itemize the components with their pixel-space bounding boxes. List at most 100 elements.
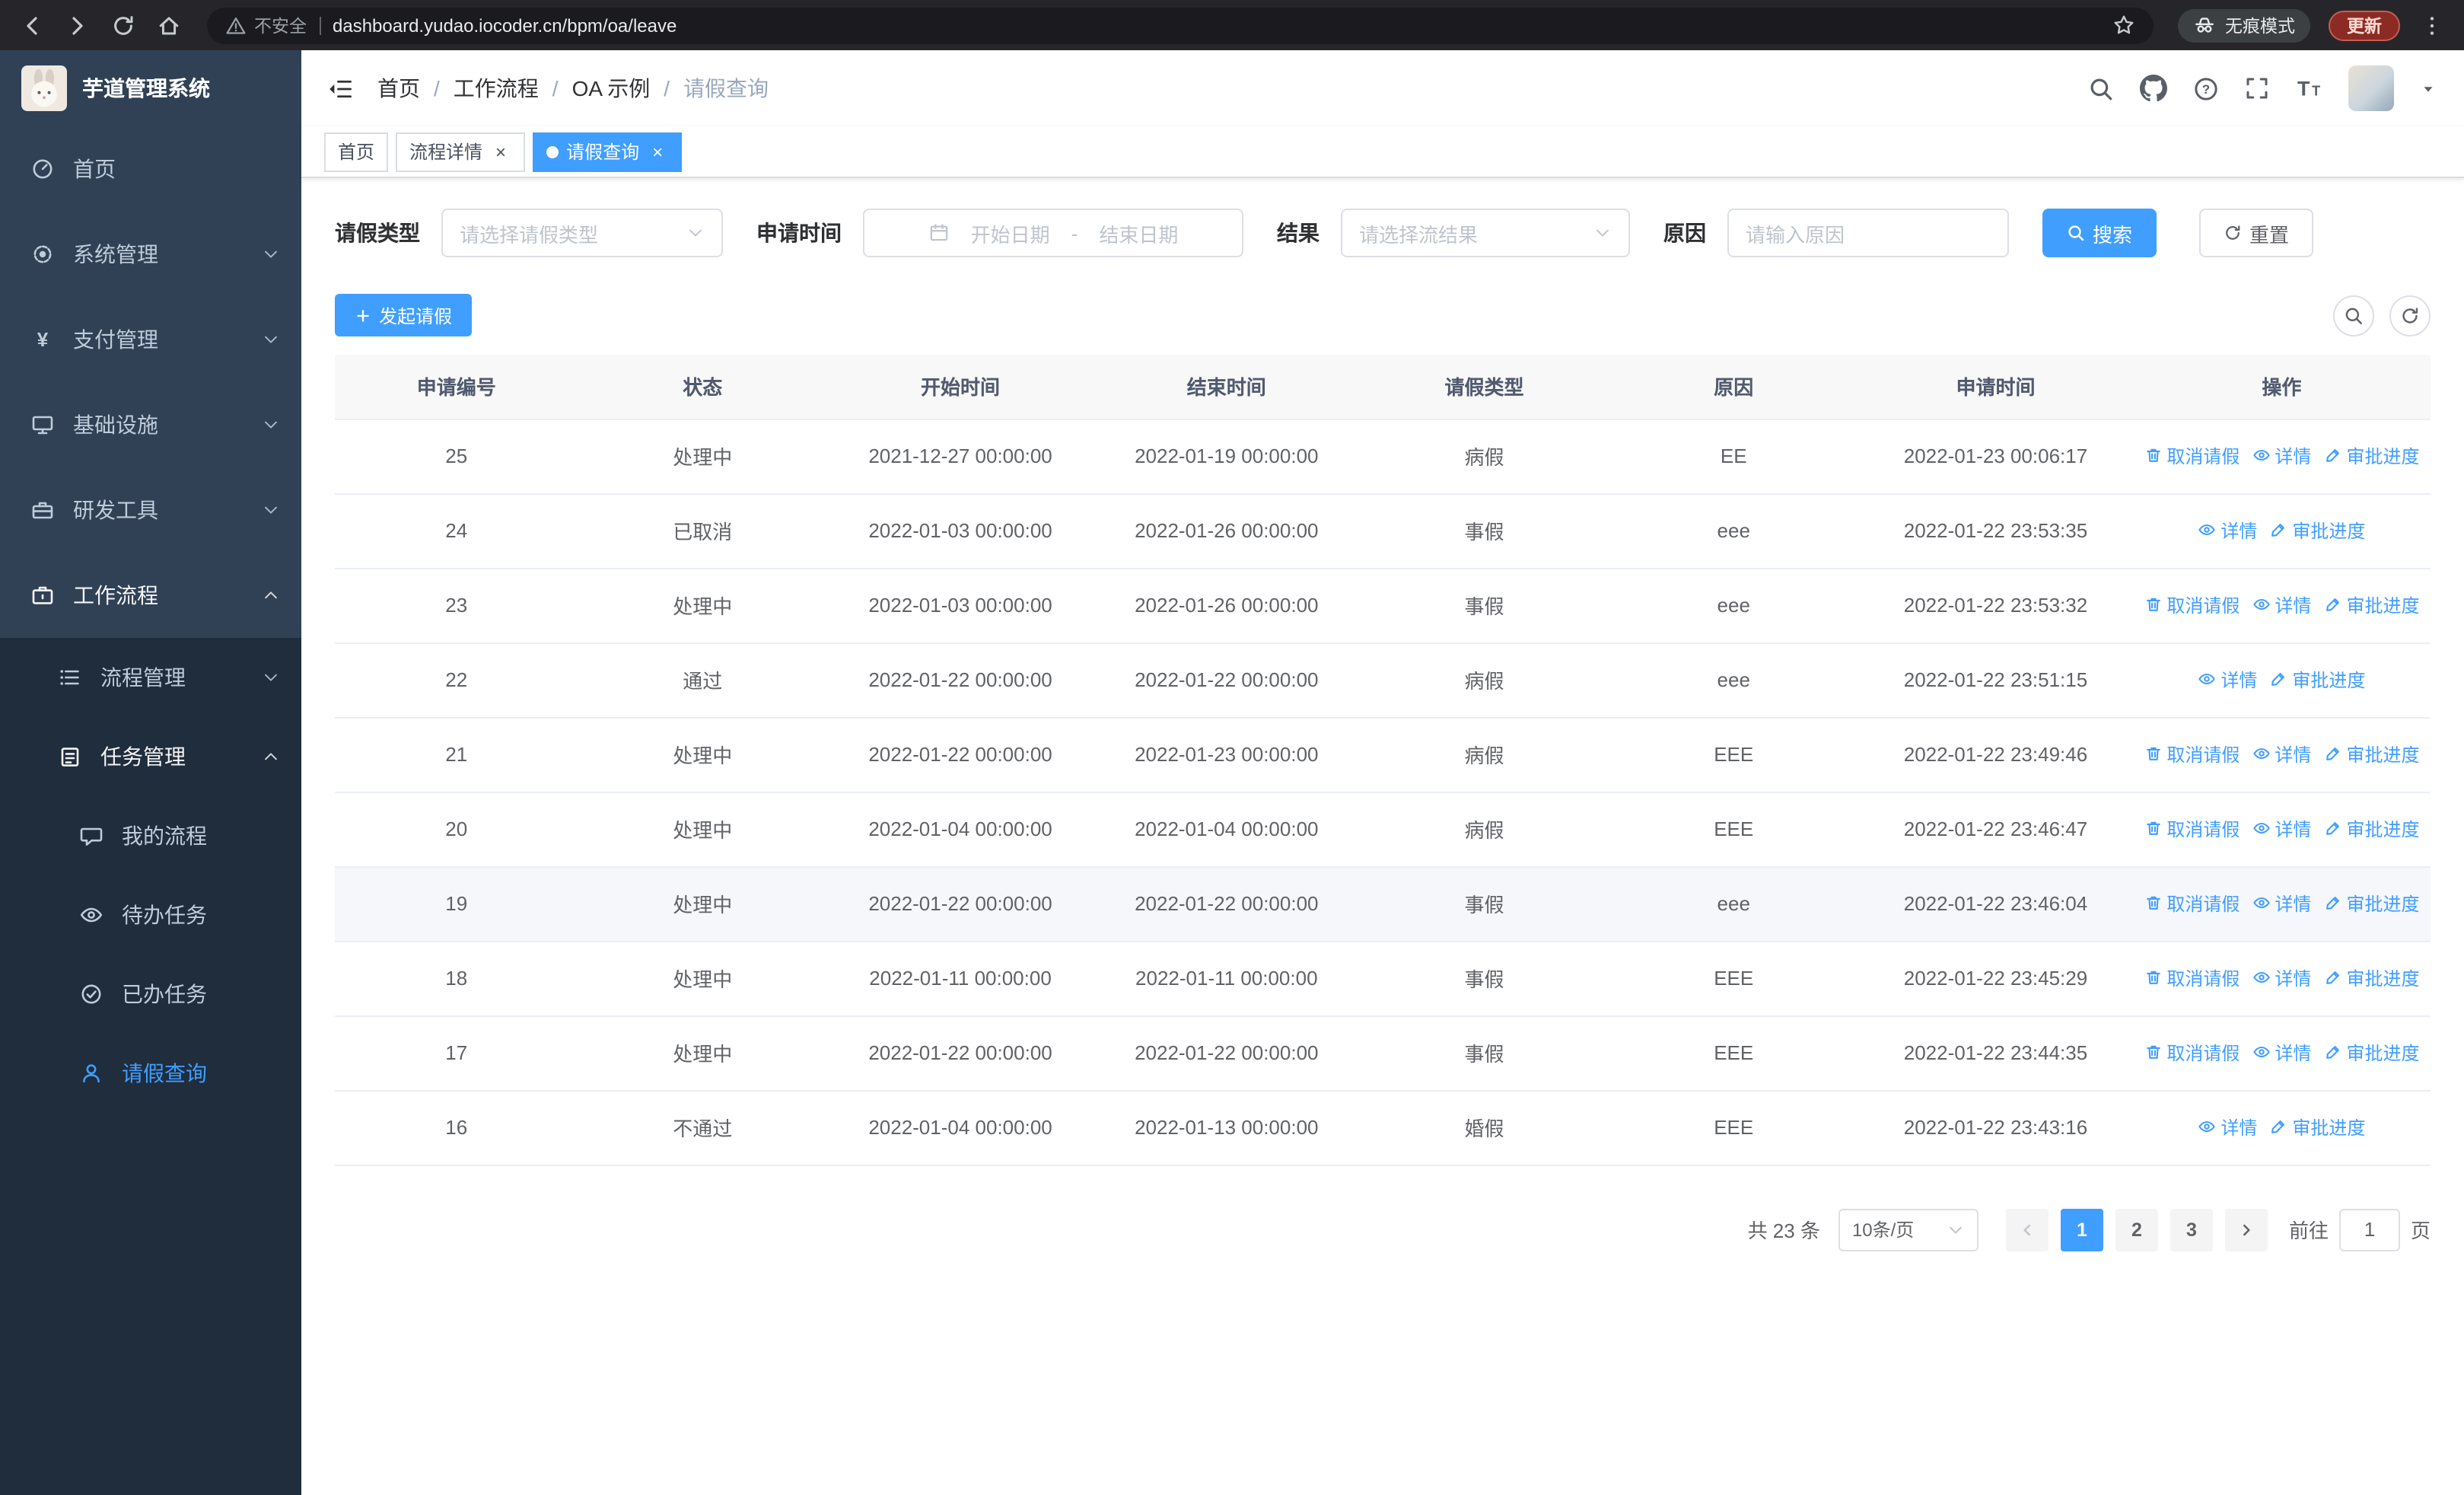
hamburger-icon (329, 79, 351, 97)
avatar-caret-icon[interactable] (2420, 80, 2437, 97)
toggle-search-button[interactable] (2333, 295, 2374, 336)
github-icon[interactable] (2140, 75, 2167, 102)
create-leave-button[interactable]: 发起请假 (335, 294, 473, 336)
cancel-leave-link[interactable]: 取消请假 (2144, 741, 2240, 767)
sidebar-item[interactable]: 基础设施 (0, 382, 301, 467)
approval-progress-link[interactable]: 审批进度 (2323, 891, 2419, 916)
forward-button[interactable] (64, 11, 91, 39)
sidebar-item[interactable]: 首页 (0, 126, 301, 212)
reset-button[interactable]: 重置 (2199, 209, 2314, 257)
approval-progress-link[interactable]: 审批进度 (2323, 965, 2419, 991)
detail-link[interactable]: 详情 (2252, 1040, 2311, 1066)
cancel-leave-link[interactable]: 取消请假 (2144, 443, 2240, 469)
help-icon[interactable]: ? (2193, 75, 2219, 101)
approval-progress-link[interactable]: 审批进度 (2269, 667, 2365, 693)
caret-down-icon (2424, 86, 2433, 91)
gear-icon (33, 245, 52, 263)
cell-applied: 2022-01-22 23:51:15 (1858, 642, 2133, 718)
detail-link[interactable]: 详情 (2252, 741, 2311, 767)
detail-link[interactable]: 详情 (2198, 667, 2257, 693)
cell-reason: EEE (1609, 717, 1859, 792)
detail-link[interactable]: 详情 (2252, 965, 2311, 991)
breadcrumb-item[interactable]: 工作流程 (454, 73, 539, 104)
breadcrumb-item[interactable]: 首页 (377, 73, 420, 104)
prev-page-button[interactable] (2005, 1208, 2049, 1251)
reason-input[interactable]: 请输入原因 (1727, 209, 2009, 257)
reload-button[interactable] (110, 11, 137, 39)
sidebar-item[interactable]: 待办任务 (0, 875, 301, 955)
eye-icon (2252, 450, 2270, 461)
detail-link[interactable]: 详情 (2252, 816, 2311, 842)
cancel-leave-link[interactable]: 取消请假 (2144, 816, 2240, 842)
tag-close-icon[interactable]: × (647, 141, 668, 162)
approval-progress-link[interactable]: 审批进度 (2323, 443, 2419, 469)
sidebar-item[interactable]: 我的流程 (0, 796, 301, 875)
column-header: 结束时间 (1093, 355, 1360, 419)
eye-icon (2252, 1047, 2270, 1058)
cancel-leave-link[interactable]: 取消请假 (2144, 592, 2240, 618)
approval-progress-link[interactable]: 审批进度 (2269, 1114, 2365, 1140)
cancel-leave-link[interactable]: 取消请假 (2144, 1040, 2240, 1066)
leave-type-select[interactable]: 请选择请假类型 (441, 209, 723, 257)
approval-progress-link[interactable]: 审批进度 (2269, 518, 2365, 543)
date-range-picker[interactable]: 开始日期 - 结束日期 (863, 209, 1243, 257)
header-search-icon[interactable] (2088, 75, 2114, 101)
eye-icon (2198, 674, 2216, 685)
next-page-button[interactable] (2224, 1208, 2268, 1251)
edit-icon (2326, 897, 2339, 910)
browser-update-button[interactable]: 更新 (2329, 10, 2400, 40)
tag-close-icon[interactable]: × (490, 141, 511, 162)
bookmark-star-icon[interactable] (2112, 14, 2135, 37)
sidebar-item[interactable]: 工作流程 (0, 553, 301, 638)
tag-tab[interactable]: 流程详情 × (396, 132, 526, 171)
page-button[interactable]: 2 (2115, 1208, 2158, 1251)
cell-type: 事假 (1359, 493, 1609, 569)
detail-link[interactable]: 详情 (2252, 592, 2311, 618)
approval-progress-link[interactable]: 审批进度 (2323, 816, 2419, 842)
cancel-leave-link[interactable]: 取消请假 (2144, 891, 2240, 916)
approval-progress-link[interactable]: 审批进度 (2323, 741, 2419, 767)
cell-type: 事假 (1359, 568, 1609, 643)
back-button[interactable] (18, 11, 46, 39)
tag-tab[interactable]: 请假查询 × (533, 132, 683, 171)
app-logo[interactable]: 芋道管理系统 (0, 50, 301, 126)
sidebar-item[interactable]: 流程管理 (0, 638, 301, 717)
result-label: 结果 (1277, 221, 1320, 245)
breadcrumb-separator: / (664, 76, 670, 100)
sidebar-item[interactable]: 任务管理 (0, 717, 301, 796)
detail-link[interactable]: 详情 (2198, 1114, 2257, 1140)
sidebar-item[interactable]: 研发工具 (0, 467, 301, 553)
detail-link[interactable]: 详情 (2252, 443, 2311, 469)
font-size-icon: TT (2297, 77, 2320, 100)
search-button[interactable]: 搜索 (2042, 209, 2157, 257)
cell-actions: 取消请假 详情 审批进度 (2132, 792, 2431, 867)
sidebar-item[interactable]: 请假查询 (0, 1034, 301, 1113)
home-button[interactable] (155, 11, 183, 39)
sidebar-item-label: 工作流程 (73, 583, 158, 607)
svg-text:?: ? (2202, 81, 2210, 96)
pagination: 共 23 条 10条/页 123 前往 页 (335, 1208, 2431, 1251)
sidebar-item[interactable]: ¥ 支付管理 (0, 297, 301, 382)
font-size-icon[interactable]: TT (2295, 75, 2322, 102)
cancel-leave-link[interactable]: 取消请假 (2144, 965, 2240, 991)
sidebar-collapse-button[interactable] (301, 50, 377, 126)
refresh-table-button[interactable] (2389, 295, 2431, 336)
user-avatar[interactable] (2348, 65, 2394, 111)
address-bar[interactable]: 不安全 dashboard.yudao.iocoder.cn/bpm/oa/le… (207, 7, 2154, 43)
svg-text:T: T (2297, 77, 2310, 100)
sidebar-item[interactable]: 系统管理 (0, 212, 301, 297)
detail-link[interactable]: 详情 (2198, 518, 2257, 543)
approval-progress-link[interactable]: 审批进度 (2323, 592, 2419, 618)
page-button[interactable]: 1 (2060, 1208, 2103, 1251)
sidebar-item[interactable]: 已办任务 (0, 955, 301, 1034)
browser-menu-icon[interactable] (2418, 11, 2446, 39)
tag-tab[interactable]: 首页 (324, 132, 389, 171)
detail-link[interactable]: 详情 (2252, 891, 2311, 916)
breadcrumb-item[interactable]: OA 示例 (572, 73, 651, 104)
goto-page-input[interactable] (2338, 1208, 2400, 1251)
fullscreen-icon[interactable] (2245, 76, 2269, 100)
page-button[interactable]: 3 (2170, 1208, 2213, 1251)
approval-progress-link[interactable]: 审批进度 (2323, 1040, 2419, 1066)
page-size-select[interactable]: 10条/页 (1838, 1208, 1979, 1251)
result-select[interactable]: 请选择流结果 (1341, 209, 1630, 257)
